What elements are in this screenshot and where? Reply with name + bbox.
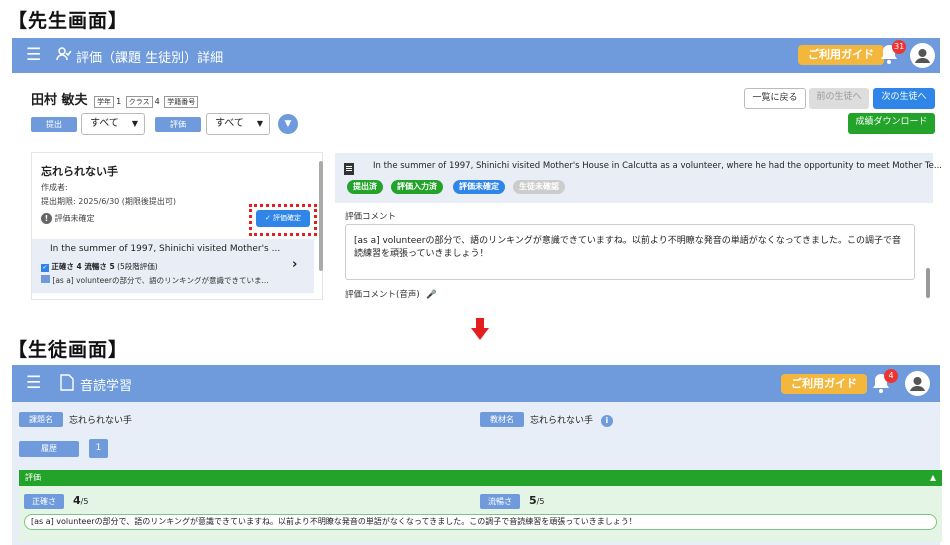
student-section-title: 【生徒画面】 xyxy=(8,339,129,361)
submit-filter-value: すべて xyxy=(90,118,119,129)
document-icon xyxy=(60,374,74,395)
comment-preview: [as a] volunteerの部分で、語のリンキングが意識できていま... xyxy=(52,276,269,285)
submit-filter-select[interactable]: すべて ▼ xyxy=(81,113,145,135)
eval-filter-select[interactable]: すべて ▼ xyxy=(206,113,270,135)
teacher-section-title: 【先生画面】 xyxy=(8,10,129,32)
person-check-icon xyxy=(56,46,72,66)
guide-button[interactable]: ご利用ガイド xyxy=(781,374,867,394)
list-item[interactable]: In the summer of 1997, Shinichi visited … xyxy=(32,239,314,293)
class-tag: クラス xyxy=(125,95,153,108)
student-comment-text: [as a] volunteerの部分で、語のリンキングが意識できていますね。以… xyxy=(31,517,637,526)
list-scrollbar[interactable] xyxy=(319,161,323,271)
comment-label: 評価コメント xyxy=(345,212,397,222)
student-number-tag: 学籍番号 xyxy=(164,95,199,108)
microphone-icon[interactable]: 🎤 xyxy=(426,290,437,300)
fluency-max: /5 xyxy=(536,497,545,506)
info-icon[interactable]: i xyxy=(600,415,613,427)
eval-body: 正確さ 4/5 流暢さ 5/5 [as a] volunteerの部分で、語のリ… xyxy=(19,486,942,542)
menu-icon[interactable]: ☰ xyxy=(26,47,41,64)
material-label: 教材名 xyxy=(480,412,524,427)
student-name: 田村 敏夫 xyxy=(31,93,88,108)
comment-text: [as a] volunteerの部分で、語のリンキングが意識できていますね。以… xyxy=(354,236,901,259)
voice-comment-label: 評価コメント(音声) 🎤 xyxy=(345,288,437,300)
accuracy-max: /5 xyxy=(80,497,89,506)
chip-student-unconfirmed: 生徒未確認 xyxy=(513,180,565,194)
menu-icon[interactable]: ☰ xyxy=(26,375,41,392)
expand-filters-button[interactable]: ▼ xyxy=(278,114,298,134)
back-to-list-button[interactable]: 一覧に戻る xyxy=(744,88,806,109)
accuracy-value: 4 xyxy=(73,494,81,507)
confirm-eval-button[interactable]: ✓ 評価確定 xyxy=(256,210,310,227)
confirm-eval-label: 評価確定 xyxy=(273,214,302,222)
download-grades-button[interactable]: 成績ダウンロード xyxy=(848,113,935,134)
guide-button[interactable]: ご利用ガイド xyxy=(798,45,884,65)
assignment-title: 忘れられない手 xyxy=(41,165,118,178)
document-icon xyxy=(344,160,354,179)
student-comment-box: [as a] volunteerの部分で、語のリンキングが意識できていますね。以… xyxy=(24,514,937,530)
chip-eval-entered: 評価入力済 xyxy=(391,180,443,194)
teacher-app-bar: ☰ 評価（課題 生徒別）詳細 ご利用ガイド 31 xyxy=(12,38,940,73)
avatar[interactable] xyxy=(905,371,930,396)
check-icon: ✓ xyxy=(264,214,271,222)
voice-comment-text: 評価コメント(音声) xyxy=(345,290,420,300)
list-item-text: In the summer of 1997, Shinichi visited … xyxy=(50,244,281,254)
fluency-value: 5 xyxy=(529,494,537,507)
assignment-value: 忘れられない手 xyxy=(69,416,133,426)
page-title: 評価（課題 生徒別）詳細 xyxy=(76,51,224,66)
page-title: 音読学習 xyxy=(80,379,133,394)
arrow-down-icon xyxy=(471,318,489,344)
list-item-comment: [as a] volunteerの部分で、語のリンキングが意識できていま... xyxy=(41,275,269,286)
grade-value: 1 xyxy=(116,97,122,106)
student-content: 課題名 忘れられない手 教材名 忘れられない手 i 履歴 1 評価 ▲ 正確さ … xyxy=(12,402,942,545)
prev-student-button[interactable]: 前の生徒へ xyxy=(809,88,869,109)
eval-status: ! 評価未確定 xyxy=(41,213,95,224)
comment-textarea[interactable]: [as a] volunteerの部分で、語のリンキングが意識できていますね。以… xyxy=(345,224,915,280)
notification-bell-icon[interactable]: 4 xyxy=(872,369,898,397)
list-item-scores: ✓ 正確さ 4 流暢さ 5 (5段階評価) xyxy=(41,261,158,272)
grade-tag: 学年 xyxy=(94,95,115,108)
accuracy-label: 正確さ xyxy=(24,494,64,509)
deadline: 提出期限: 2025/6/30 (期限後提出可) xyxy=(41,197,177,206)
scale-text: (5段階評価) xyxy=(117,262,158,271)
filter-submit-label: 提出 xyxy=(31,117,77,132)
history-button[interactable]: 1 xyxy=(89,439,108,458)
eval-filter-value: すべて xyxy=(215,118,244,129)
info-icon: ! xyxy=(41,213,52,224)
assignment-list-panel: 忘れられない手 作成者: 提出期限: 2025/6/30 (期限後提出可) ! … xyxy=(31,152,323,300)
material-text: 忘れられない手 xyxy=(530,416,594,426)
fluency-score: 5/5 xyxy=(529,494,544,507)
chevron-down-icon: ▼ xyxy=(131,119,138,128)
eval-header[interactable]: 評価 ▲ xyxy=(19,470,942,486)
history-label: 履歴 xyxy=(19,441,79,457)
checkbox-icon: ✓ xyxy=(41,264,49,272)
chevron-up-icon: ▲ xyxy=(929,473,936,482)
notification-badge: 31 xyxy=(892,40,907,54)
chevron-down-icon: ▼ xyxy=(256,119,263,128)
scores-text: 正確さ 4 流暢さ 5 xyxy=(51,262,115,271)
comment-icon xyxy=(41,275,50,283)
eval-unconfirmed-text: 評価未確定 xyxy=(54,214,95,223)
fluency-label: 流暢さ xyxy=(480,494,520,509)
chip-submitted: 提出済 xyxy=(347,180,383,194)
passage-header: In the summer of 1997, Shinichi visited … xyxy=(335,153,942,203)
filter-eval-label: 評価 xyxy=(155,117,201,132)
chip-eval-unconfirmed: 評価未確定 xyxy=(453,180,505,194)
notification-bell-icon[interactable]: 31 xyxy=(880,40,907,68)
student-header: 田村 敏夫 学年 1 クラス 4 学籍番号 xyxy=(31,89,200,108)
assignment-label: 課題名 xyxy=(19,412,63,427)
right-scrollbar[interactable] xyxy=(926,268,930,298)
eval-header-text: 評価 xyxy=(25,473,41,482)
chevron-right-icon: › xyxy=(292,257,298,272)
notification-badge: 4 xyxy=(884,369,898,383)
student-app-bar: ☰ 音読学習 ご利用ガイド 4 xyxy=(12,365,940,402)
class-value: 4 xyxy=(154,97,160,106)
material-value: 忘れられない手 i xyxy=(530,413,613,427)
creator-label: 作成者: xyxy=(41,183,68,192)
avatar[interactable] xyxy=(910,43,935,68)
next-student-button[interactable]: 次の生徒へ xyxy=(873,88,935,109)
passage-text: In the summer of 1997, Shinichi visited … xyxy=(373,161,942,171)
accuracy-score: 4/5 xyxy=(73,494,88,507)
